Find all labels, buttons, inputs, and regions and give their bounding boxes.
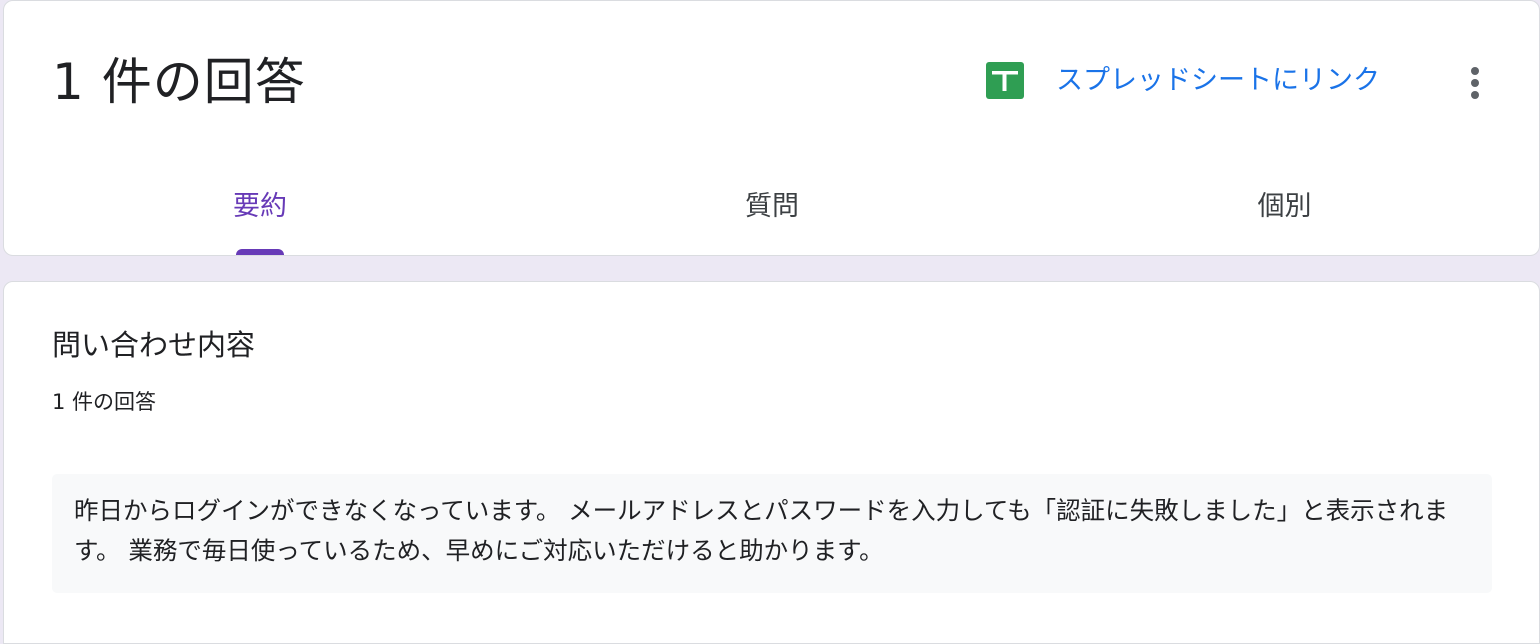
link-to-sheets-button[interactable]: スプレッドシートにリンク <box>1056 62 1380 99</box>
more-vert-icon <box>1471 67 1479 99</box>
question-summary-card: 問い合わせ内容 1 件の回答 昨日からログインができなくなっています。 メールア… <box>3 281 1540 644</box>
tab-question-label: 質問 <box>745 191 799 222</box>
tab-individual[interactable]: 個別 <box>1028 179 1539 255</box>
question-response-count: 1 件の回答 <box>52 390 157 414</box>
tab-summary-label: 要約 <box>233 191 287 222</box>
tab-individual-label: 個別 <box>1257 191 1312 222</box>
responses-header-card: 1 件の回答 スプレッドシートにリンク 要約 質問 個別 <box>3 0 1540 256</box>
question-title: 問い合わせ内容 <box>52 328 256 362</box>
tab-bar: 要約 質問 個別 <box>4 179 1539 255</box>
tab-summary[interactable]: 要約 <box>4 179 516 255</box>
active-tab-indicator <box>236 249 284 255</box>
answer-item: 昨日からログインができなくなっています。 メールアドレスとパスワードを入力しても… <box>52 474 1492 593</box>
more-options-button[interactable] <box>1451 59 1499 107</box>
tab-question[interactable]: 質問 <box>516 179 1028 255</box>
page-title: 1 件の回答 <box>52 53 306 111</box>
google-sheets-icon[interactable] <box>986 62 1024 99</box>
